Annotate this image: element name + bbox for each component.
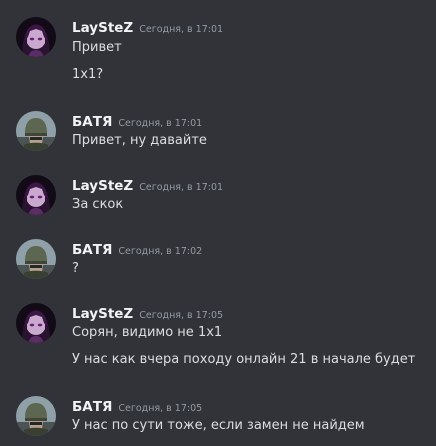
timestamp: Сегодня, в 17:02 <box>118 246 203 257</box>
soldier-helmet-icon <box>16 111 56 151</box>
timestamp: Сегодня, в 17:05 <box>139 310 224 321</box>
timestamp: Сегодня, в 17:01 <box>118 118 203 129</box>
timestamp: Сегодня, в 17:05 <box>118 403 203 414</box>
message-text: ? <box>72 261 79 276</box>
username[interactable]: БАТЯ <box>72 399 112 415</box>
username[interactable]: БАТЯ <box>72 114 112 130</box>
message-group: БАТЯ Сегодня, в 17:01 Привет, ну давайте <box>0 111 436 161</box>
soldier-helmet-icon <box>16 239 56 279</box>
message-header: LaySteZ Сегодня, в 17:05 <box>72 303 223 323</box>
message-header: БАТЯ Сегодня, в 17:01 <box>72 111 202 131</box>
avatar[interactable] <box>16 17 56 57</box>
message-header: БАТЯ Сегодня, в 17:02 <box>72 239 202 259</box>
message-group: LaySteZ Сегодня, в 17:05 Сорян, видимо не… <box>0 303 436 367</box>
message-text: За скок <box>72 197 124 212</box>
avatar[interactable] <box>16 303 56 343</box>
username[interactable]: LaySteZ <box>72 20 133 36</box>
avatar[interactable] <box>16 396 56 436</box>
avatar[interactable] <box>16 239 56 279</box>
message-header: LaySteZ Сегодня, в 17:01 <box>72 175 223 195</box>
timestamp: Сегодня, в 17:01 <box>139 24 224 35</box>
message-header: LaySteZ Сегодня, в 17:01 <box>72 17 223 37</box>
dark-purple-haired-character-icon <box>16 17 56 57</box>
message-text: 1x1? <box>72 67 104 82</box>
message-text: Сорян, видимо не 1x1 <box>72 325 223 340</box>
message-text: Привет <box>72 40 122 55</box>
message-group: LaySteZ Сегодня, в 17:01 Привет 1x1? <box>0 17 436 82</box>
username[interactable]: БАТЯ <box>72 242 112 258</box>
message-text: У нас по сути тоже, если замен не найдем <box>72 418 365 433</box>
dark-purple-haired-character-icon <box>16 303 56 343</box>
message-text: Привет, ну давайте <box>72 133 207 148</box>
message-text: У нас как вчера походу онлайн 21 в начал… <box>72 352 416 367</box>
message-group: БАТЯ Сегодня, в 17:02 ? <box>0 239 436 289</box>
soldier-helmet-icon <box>16 396 56 436</box>
username[interactable]: LaySteZ <box>72 178 133 194</box>
message-header: БАТЯ Сегодня, в 17:05 <box>72 396 202 416</box>
avatar[interactable] <box>16 111 56 151</box>
avatar[interactable] <box>16 175 56 215</box>
timestamp: Сегодня, в 17:01 <box>139 182 224 193</box>
dark-purple-haired-character-icon <box>16 175 56 215</box>
username[interactable]: LaySteZ <box>72 306 133 322</box>
message-group: LaySteZ Сегодня, в 17:01 За скок <box>0 175 436 225</box>
message-group: БАТЯ Сегодня, в 17:05 У нас по сути тоже,… <box>0 396 436 446</box>
